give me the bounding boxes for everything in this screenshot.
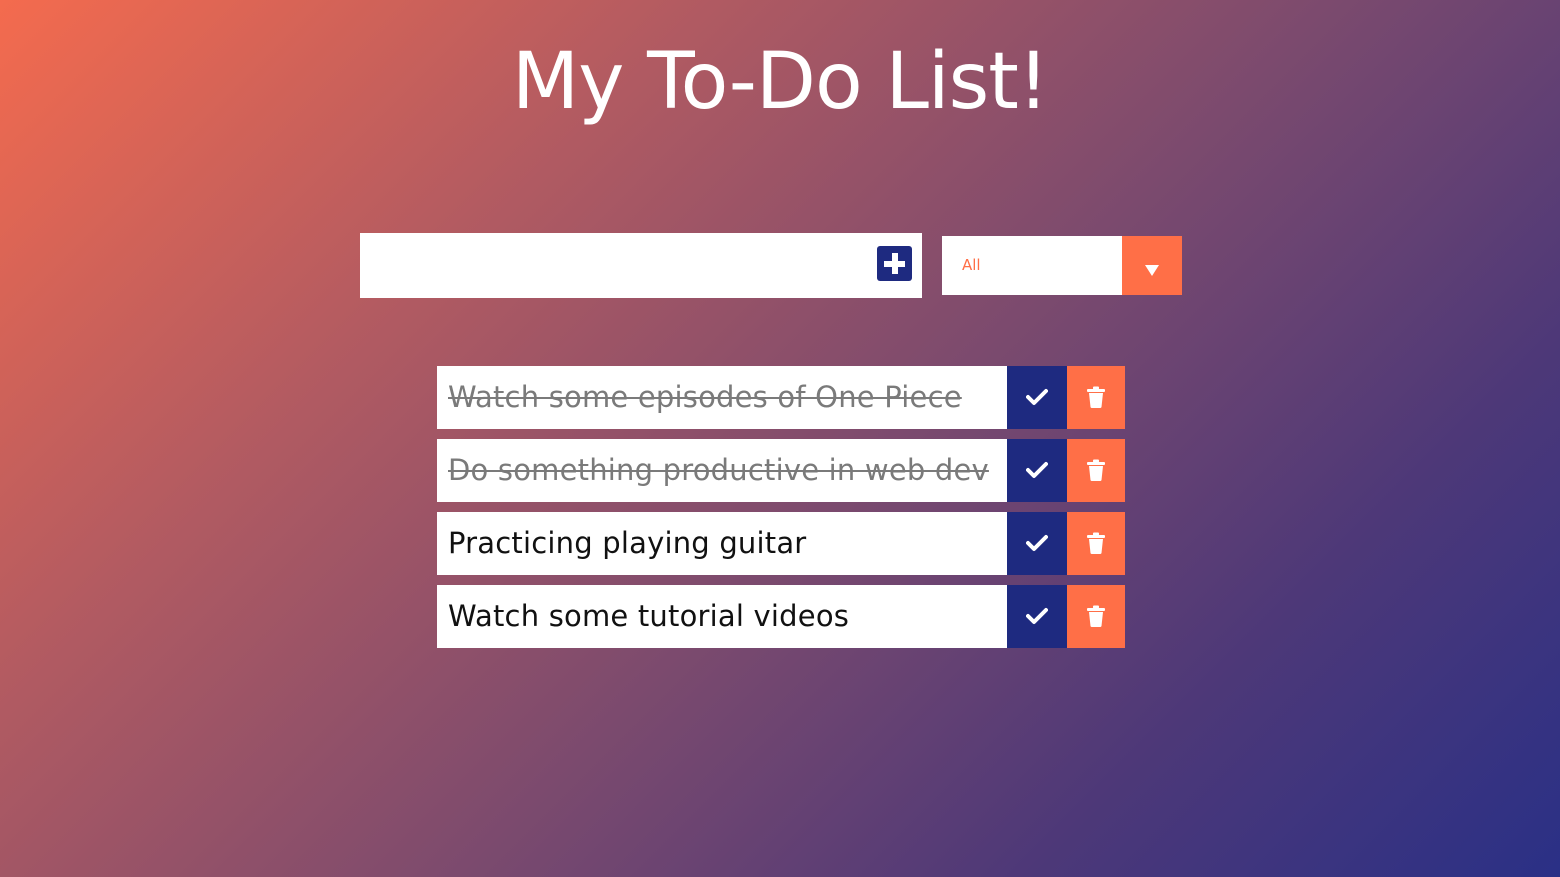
check-icon [1026, 608, 1048, 624]
complete-button[interactable] [1007, 366, 1067, 429]
todo-input-container [360, 233, 922, 298]
complete-button[interactable] [1007, 439, 1067, 502]
triangle-down-icon [1145, 265, 1159, 276]
trash-icon [1087, 459, 1105, 481]
check-icon [1026, 462, 1048, 478]
complete-button[interactable] [1007, 585, 1067, 648]
todo-input[interactable] [360, 233, 860, 298]
delete-button[interactable] [1067, 366, 1125, 429]
check-icon [1026, 389, 1048, 405]
filter-selected-value: All [962, 256, 981, 274]
add-todo-button[interactable] [877, 246, 912, 281]
trash-icon [1087, 386, 1105, 408]
todo-text: Watch some tutorial videos [437, 585, 1007, 648]
trash-icon [1087, 532, 1105, 554]
page-title: My To-Do List! [511, 37, 1049, 127]
todo-item: Do something productive in web dev [437, 439, 1125, 502]
todo-list: Watch some episodes of One Piece Do some… [437, 366, 1125, 658]
todo-text: Do something productive in web dev [437, 439, 1007, 502]
complete-button[interactable] [1007, 512, 1067, 575]
todo-item: Watch some tutorial videos [437, 585, 1125, 648]
delete-button[interactable] [1067, 512, 1125, 575]
todo-text: Watch some episodes of One Piece [437, 366, 1007, 429]
todo-item: Practicing playing guitar [437, 512, 1125, 575]
trash-icon [1087, 605, 1105, 627]
delete-button[interactable] [1067, 439, 1125, 502]
check-icon [1026, 535, 1048, 551]
todo-text: Practicing playing guitar [437, 512, 1007, 575]
todo-item: Watch some episodes of One Piece [437, 366, 1125, 429]
filter-dropdown-button[interactable] [1122, 236, 1182, 295]
filter-select[interactable]: All [942, 236, 1182, 295]
delete-button[interactable] [1067, 585, 1125, 648]
